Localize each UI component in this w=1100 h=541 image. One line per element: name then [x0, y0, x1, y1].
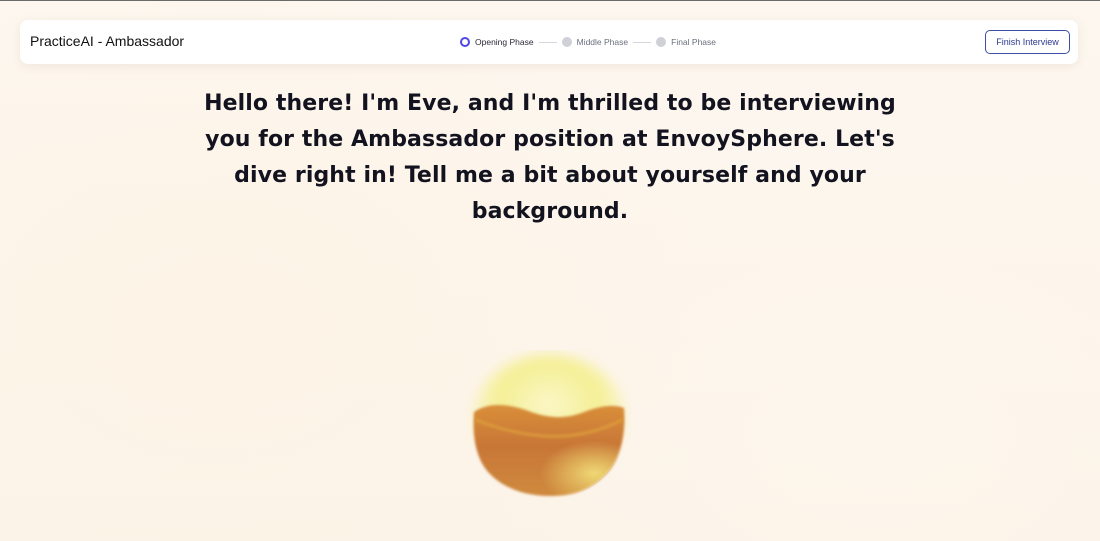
phase-label: Middle Phase	[576, 37, 629, 47]
phase-final: Final Phase	[656, 37, 716, 47]
phase-inactive-dot-icon	[656, 37, 667, 47]
window-top-border	[0, 0, 1100, 1]
voice-orb-icon	[471, 354, 627, 496]
app-title: PracticeAI - Ambassador	[30, 33, 185, 49]
phase-middle: Middle Phase	[561, 37, 629, 47]
phase-connector	[633, 41, 652, 43]
phase-opening: Opening Phase	[460, 37, 534, 47]
phase-connector	[538, 41, 557, 43]
top-bar: PracticeAI - Ambassador Opening Phase Mi…	[20, 20, 1078, 64]
phase-label: Opening Phase	[475, 37, 534, 47]
phase-inactive-dot-icon	[561, 37, 572, 47]
phase-label: Final Phase	[671, 37, 717, 47]
phase-progress: Opening Phase Middle Phase Final Phase	[460, 36, 716, 48]
phase-active-dot-icon	[460, 37, 470, 47]
finish-interview-button[interactable]: Finish Interview	[985, 30, 1070, 54]
interviewer-message: Hello there! I'm Eve, and I'm thrilled t…	[204, 91, 896, 224]
